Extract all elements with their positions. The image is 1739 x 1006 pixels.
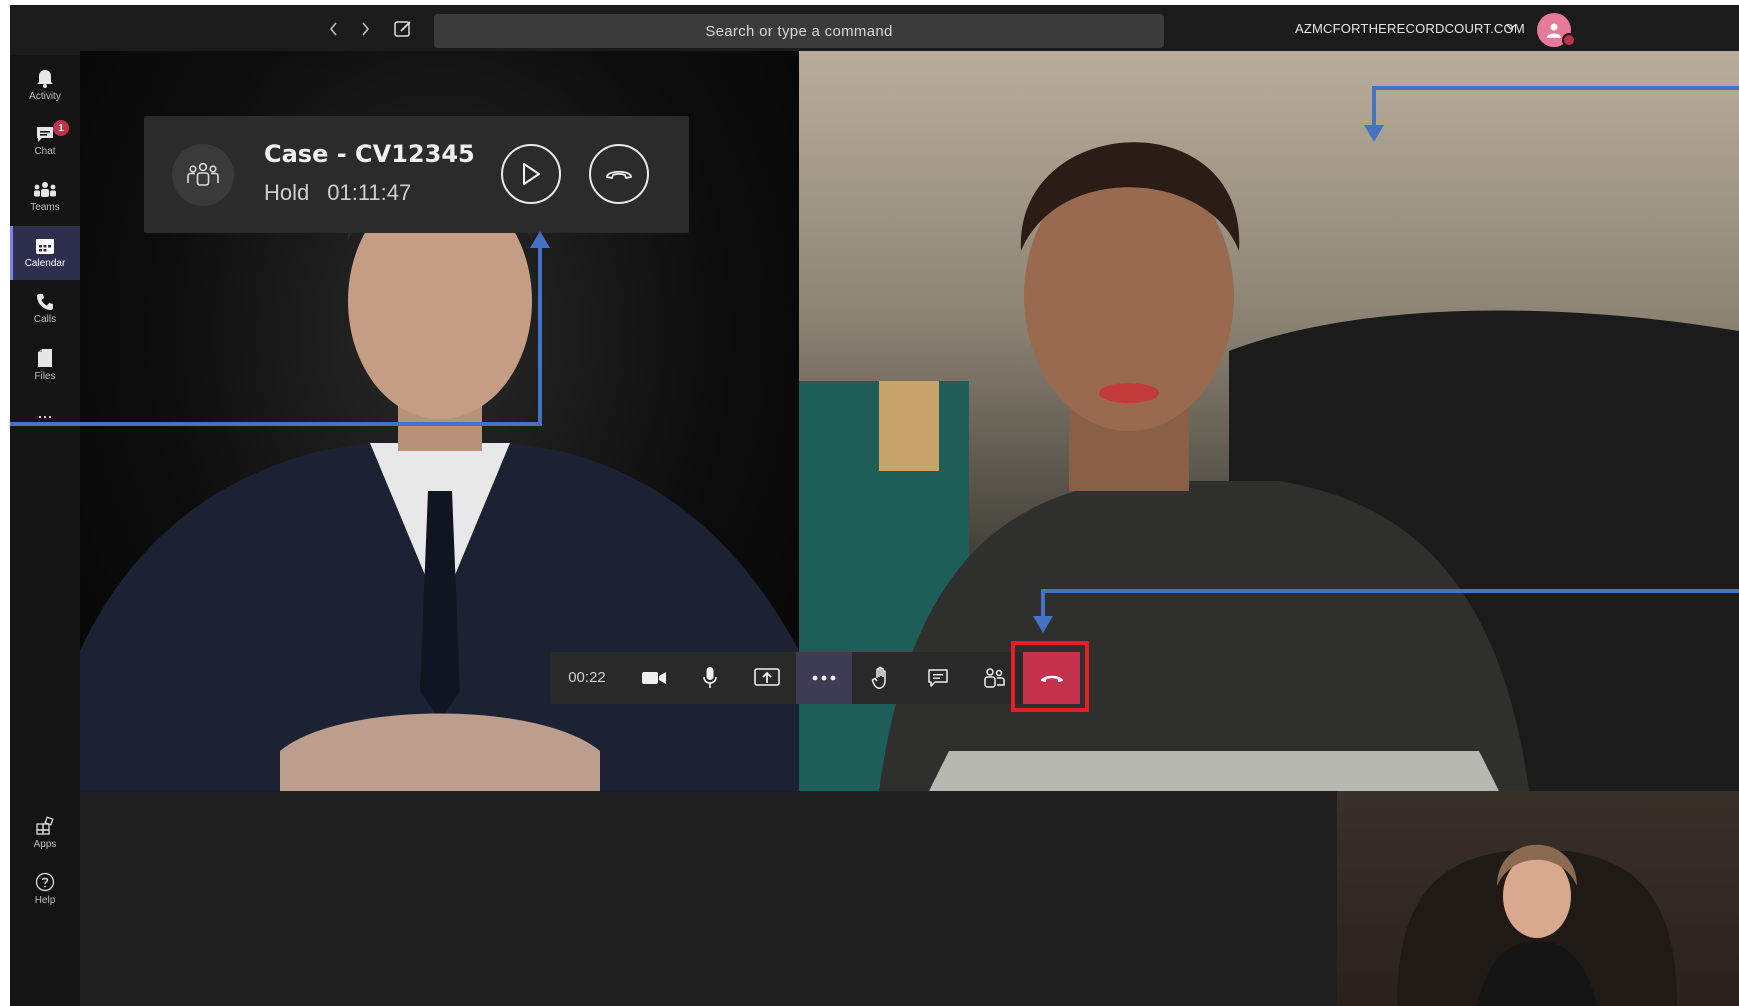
end-held-call-button[interactable] (589, 144, 649, 204)
phone-icon (37, 294, 53, 310)
participants-button[interactable] (966, 652, 1022, 704)
rail-item-chat[interactable]: Chat 1 (10, 114, 80, 168)
file-icon (38, 349, 52, 367)
title-bar: AZMCFORTHERECORDCOURT.COM (10, 5, 1739, 55)
hold-timer: 01:11:47 (327, 180, 412, 205)
participant-figure (1397, 844, 1677, 1006)
teams-window: AZMCFORTHERECORDCOURT.COM Activity Chat … (10, 5, 1739, 1006)
people-icon (187, 162, 219, 186)
chat-button[interactable] (910, 652, 966, 704)
play-icon (523, 163, 540, 185)
resume-button[interactable] (501, 144, 561, 204)
rail-label: Teams (30, 202, 60, 213)
annotation-line-top-right (1372, 86, 1376, 128)
calendar-icon (36, 239, 54, 254)
conversation-icon (928, 669, 948, 687)
arrow-down-icon (1364, 125, 1384, 142)
rail-label: Chat (34, 146, 56, 157)
arrow-up-icon (530, 231, 550, 248)
user-icon (1547, 23, 1561, 38)
search-input[interactable] (434, 14, 1164, 48)
presence-dot (1562, 33, 1576, 47)
bell-icon (37, 70, 53, 88)
rail-label: Files (34, 371, 56, 382)
rail-label: Activity (29, 91, 61, 102)
call-controls: 00:22 (550, 652, 1080, 704)
hand-icon (871, 666, 886, 689)
rail-item-apps[interactable]: Apps (10, 806, 80, 860)
chat-icon (37, 127, 53, 142)
video-camera-icon (642, 672, 666, 684)
group-avatar (172, 144, 234, 206)
ellipsis-icon (812, 675, 836, 681)
rail-item-calls[interactable]: Calls (10, 282, 80, 336)
rail-label: Apps (33, 839, 57, 850)
hang-up-icon (606, 170, 632, 179)
help-icon (35, 872, 55, 892)
camera-button[interactable] (626, 652, 682, 704)
rail-item-files[interactable]: Files (10, 338, 80, 392)
people-icon (984, 668, 1005, 688)
rail-item-more[interactable]: ... (10, 394, 80, 434)
hang-up-icon (1040, 675, 1063, 682)
rail-label: Calendar (24, 258, 66, 269)
rail-item-teams[interactable]: Teams (10, 170, 80, 224)
annotation-line-hold (538, 245, 542, 426)
chevron-down-icon[interactable] (1506, 23, 1516, 31)
hang-up-button[interactable] (1023, 652, 1080, 704)
chevron-left-icon (329, 22, 337, 36)
arrow-down-icon (1033, 616, 1053, 633)
annotation-line-hangup (1041, 589, 1045, 619)
unread-badge: 1 (53, 120, 69, 136)
teams-icon (34, 182, 56, 197)
call-duration: 00:22 (568, 669, 606, 686)
share-screen-icon (754, 668, 780, 686)
compose-icon (394, 21, 411, 37)
annotation-line-hangup (1041, 589, 1739, 593)
rail-item-activity[interactable]: Activity (10, 58, 80, 112)
hold-status: Hold 01:11:47 (264, 180, 429, 206)
apps-icon (36, 816, 54, 835)
chevron-right-icon (362, 22, 370, 36)
forward-button[interactable] (353, 17, 377, 41)
share-button[interactable] (739, 652, 795, 704)
hold-case-title: Case - CV12345 (264, 140, 475, 168)
hold-call-card: Case - CV12345 Hold 01:11:47 (144, 116, 689, 233)
more-actions-button[interactable] (796, 652, 852, 704)
rail-label: Calls (33, 314, 57, 325)
annotation-line-top-right (1372, 86, 1739, 90)
app-bar: Activity Chat 1 Teams Calendar Calls Fil… (10, 55, 80, 1006)
org-name[interactable]: AZMCFORTHERECORDCOURT.COM (1295, 21, 1525, 36)
rail-item-help[interactable]: Help (10, 862, 80, 916)
annotation-line-hold (10, 422, 542, 426)
rail-item-calendar[interactable]: Calendar (10, 226, 80, 280)
self-video[interactable] (1337, 791, 1739, 1006)
new-chat-button[interactable] (391, 17, 415, 41)
microphone-button[interactable] (682, 652, 738, 704)
back-button[interactable] (322, 17, 346, 41)
microphone-icon (703, 667, 717, 688)
more-icon: ... (37, 401, 53, 422)
rail-label: Help (34, 895, 56, 906)
raise-hand-button[interactable] (853, 652, 909, 704)
hold-label: Hold (264, 180, 310, 205)
